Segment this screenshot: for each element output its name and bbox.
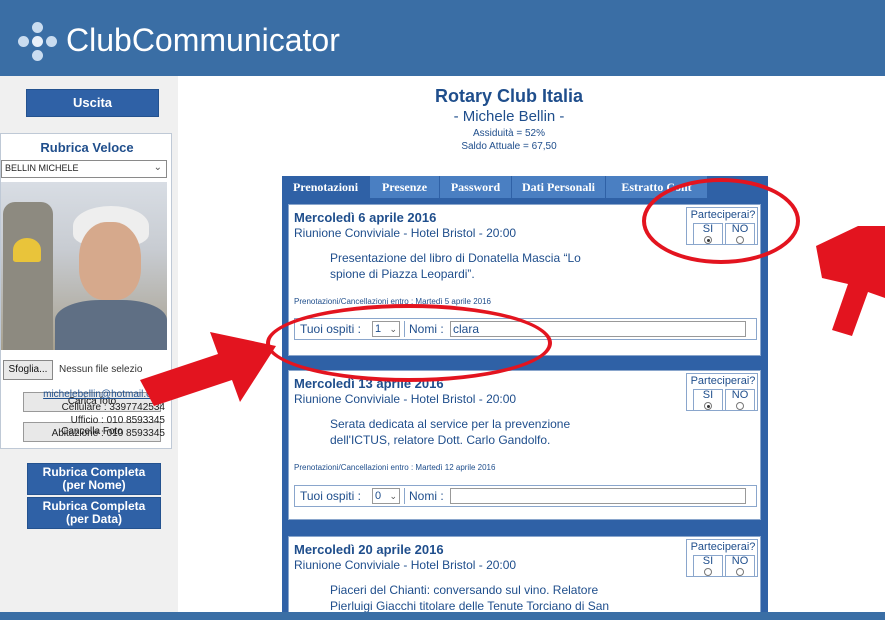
member-select-value: BELLIN MICHELE	[5, 163, 79, 173]
browse-button[interactable]: Sfoglia...	[3, 360, 53, 380]
event-subtitle: Riunione Conviviale - Hotel Bristol - 20…	[294, 558, 517, 572]
no-file-text: Nessun file selezio	[59, 364, 143, 375]
event-description-line: dell'ICTUS, relatore Dott. Carlo Gandolf…	[330, 433, 551, 447]
red-arrow-icon	[140, 332, 276, 406]
logo-icon	[18, 22, 58, 62]
event-description: Presentazione del libro di Donatella Mas…	[330, 250, 630, 282]
yes-radio[interactable]	[704, 402, 712, 410]
tab-dati-personali[interactable]: Dati Personali	[512, 176, 606, 198]
event-description-line: spione di Piazza Leopardi”.	[330, 267, 475, 281]
guests-select[interactable]: 0 ⌄	[372, 488, 400, 504]
full-book-by-name-line2: (per Nome)	[62, 478, 126, 492]
guests-row: Tuoi ospiti : 0 ⌄ Nomi :	[294, 485, 757, 507]
tab-password[interactable]: Password	[440, 176, 512, 198]
club-name: Rotary Club Italia	[434, 86, 584, 106]
yes-radio[interactable]	[704, 568, 712, 576]
highlight-ring	[266, 304, 552, 382]
yes-label: SI	[702, 389, 714, 401]
guests-value: 0	[375, 490, 382, 502]
tab-presenze[interactable]: Presenze	[370, 176, 440, 198]
no-option: NO	[725, 555, 755, 577]
no-radio[interactable]	[736, 402, 744, 410]
balance-text: Saldo Attuale = 67,50	[461, 141, 557, 152]
event-description-line: Serata dedicata al service per la preven…	[330, 417, 571, 431]
full-book-by-name-button[interactable]: Rubrica Completa (per Nome)	[27, 463, 161, 495]
guests-label: Tuoi ospiti :	[300, 489, 361, 503]
participation-title: Parteciperai?	[690, 375, 756, 387]
event-card: Mercoledì 13 aprile 2016 Riunione Conviv…	[288, 370, 761, 520]
red-arrow-icon	[816, 226, 885, 336]
app-header: ClubCommunicator	[0, 0, 885, 76]
app-title: ClubCommunicator	[66, 22, 340, 58]
event-subtitle: Riunione Conviviale - Hotel Bristol - 20…	[294, 226, 517, 240]
event-description: Piaceri del Chianti: conversando sul vin…	[330, 582, 630, 614]
full-book-by-date-line2: (per Data)	[65, 512, 122, 526]
participation-box: Parteciperai? SI NO	[686, 373, 758, 411]
event-date: Mercoledì 6 aprile 2016	[294, 210, 437, 225]
event-card: Mercoledì 20 aprile 2016 Riunione Conviv…	[288, 536, 761, 620]
chevron-down-icon: ⌄	[389, 491, 397, 501]
names-label: Nomi :	[409, 489, 444, 503]
event-subtitle: Riunione Conviviale - Hotel Bristol - 20…	[294, 392, 517, 406]
event-description-line: Piaceri del Chianti: conversando sul vin…	[330, 583, 599, 597]
yes-label: SI	[702, 555, 714, 567]
tab-prenotazioni[interactable]: Prenotazioni	[282, 176, 370, 198]
yes-option: SI	[693, 389, 723, 411]
no-label: NO	[731, 555, 749, 567]
attendance-text: Assiduità = 52%	[473, 128, 545, 139]
event-description-line: Presentazione del libro di Donatella Mas…	[330, 251, 581, 265]
member-select[interactable]: BELLIN MICHELE ⌄	[1, 160, 167, 178]
event-date: Mercoledì 20 aprile 2016	[294, 542, 444, 557]
participation-box: Parteciperai? SI NO	[686, 539, 758, 577]
chevron-down-icon: ⌄	[153, 162, 162, 173]
names-input[interactable]	[450, 488, 746, 504]
quick-book-title: Rubrica Veloce	[40, 140, 134, 155]
yes-option: SI	[693, 555, 723, 577]
member-name: - Michele Bellin -	[453, 108, 565, 125]
event-description: Serata dedicata al service per la preven…	[330, 416, 630, 448]
event-deadline: Prenotazioni/Cancellazioni entro : Marte…	[294, 463, 496, 472]
no-option: NO	[725, 389, 755, 411]
bottom-bar	[0, 612, 885, 620]
participation-title: Parteciperai?	[690, 541, 756, 553]
highlight-ring	[642, 178, 800, 264]
full-book-by-date-button[interactable]: Rubrica Completa (per Data)	[27, 497, 161, 529]
no-radio[interactable]	[736, 568, 744, 576]
app-window: ClubCommunicator Uscita Rubrica Veloce B…	[0, 0, 885, 620]
no-label: NO	[731, 389, 749, 401]
home-number: Abitazione : 010 8593345	[51, 428, 165, 439]
exit-button[interactable]: Uscita	[26, 89, 159, 117]
